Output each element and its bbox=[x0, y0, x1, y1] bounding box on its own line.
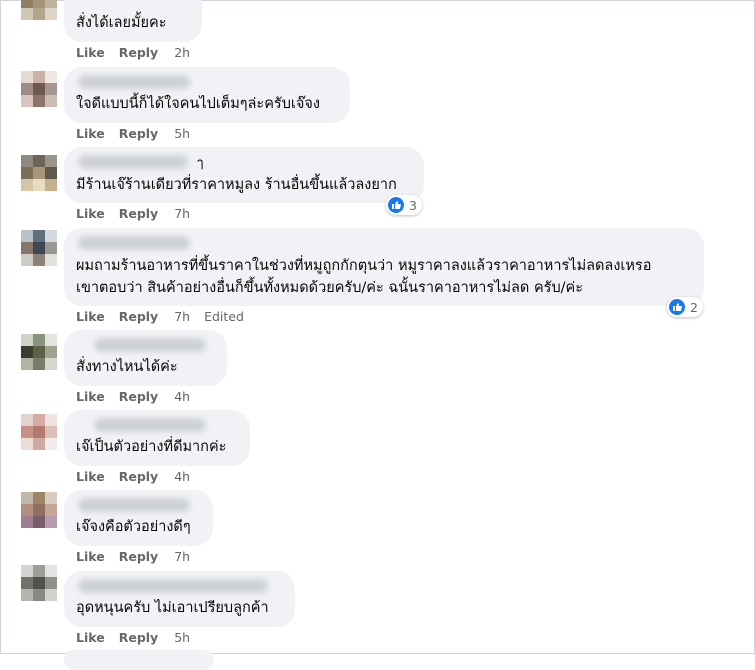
reply-button[interactable]: Reply bbox=[119, 549, 158, 564]
reply-button[interactable]: Reply bbox=[119, 45, 158, 60]
comment-actions: Like Reply 5h bbox=[76, 126, 190, 141]
author-name[interactable] bbox=[78, 155, 188, 169]
comment-bubble: เจ๊เป็นตัวอย่างที่ดีมากค่ะ bbox=[64, 410, 250, 466]
avatar[interactable] bbox=[21, 565, 57, 601]
timestamp[interactable]: 7h bbox=[174, 549, 190, 564]
reply-button[interactable]: Reply bbox=[119, 206, 158, 221]
reply-button[interactable]: Reply bbox=[119, 309, 158, 324]
like-button[interactable]: Like bbox=[76, 630, 105, 645]
comment-bubble: สั่งทางไหนได้ค่ะ bbox=[64, 330, 227, 386]
avatar[interactable] bbox=[21, 334, 57, 370]
avatar[interactable] bbox=[21, 414, 57, 450]
comment-bubble: ผมถามร้านอาหารที่ขึ้นราคาในช่วงที่หมูถูก… bbox=[64, 228, 704, 306]
avatar[interactable] bbox=[21, 0, 57, 20]
comment-text: สั่งทางไหนได้ค่ะ bbox=[76, 359, 178, 375]
reaction-number: 2 bbox=[690, 299, 698, 315]
comment-bubble: สั่งได้เลยมั้ยคะ bbox=[64, 0, 202, 42]
comment-actions: Like Reply 2h bbox=[76, 45, 190, 60]
like-button[interactable]: Like bbox=[76, 206, 105, 221]
reply-button[interactable]: Reply bbox=[119, 469, 158, 484]
author-name[interactable] bbox=[78, 579, 268, 593]
timestamp[interactable]: 7h bbox=[174, 206, 190, 221]
reply-button[interactable]: Reply bbox=[119, 630, 158, 645]
like-button[interactable]: Like bbox=[76, 126, 105, 141]
thumbs-up-icon bbox=[388, 197, 404, 213]
timestamp[interactable]: 4h bbox=[174, 469, 190, 484]
author-name[interactable] bbox=[78, 498, 190, 512]
comment-bubble: ๅ มีร้านเจ๊ร้านเดียวที่ราคาหมูลง ร้านอื่… bbox=[64, 147, 424, 203]
comment-text: เจ๊จงคือตัวอย่างดีๆ bbox=[76, 519, 191, 535]
reaction-count[interactable]: 3 bbox=[386, 195, 422, 215]
comment-actions: Like Reply 4h bbox=[76, 389, 190, 404]
author-name[interactable] bbox=[94, 418, 206, 432]
timestamp[interactable]: 5h bbox=[174, 126, 190, 141]
comment-actions: Like Reply 7h Edited bbox=[76, 309, 244, 324]
comment-actions: Like Reply 7h bbox=[76, 206, 190, 221]
author-name[interactable] bbox=[94, 338, 206, 352]
comment-bubble-partial bbox=[64, 650, 214, 670]
comment-text: ใจดีแบบนี้ก็ได้ใจคนไปเต็มๆล่ะครับเจ๊จง bbox=[76, 96, 320, 112]
avatar[interactable] bbox=[21, 155, 57, 191]
timestamp[interactable]: 7h bbox=[174, 309, 190, 324]
comment-actions: Like Reply 7h bbox=[76, 549, 190, 564]
timestamp[interactable]: 2h bbox=[174, 45, 190, 60]
like-button[interactable]: Like bbox=[76, 45, 105, 60]
reply-button[interactable]: Reply bbox=[119, 126, 158, 141]
comment-bubble: ใจดีแบบนี้ก็ได้ใจคนไปเต็มๆล่ะครับเจ๊จง bbox=[64, 67, 350, 123]
reaction-number: 3 bbox=[409, 197, 417, 213]
comment-actions: Like Reply 4h bbox=[76, 469, 190, 484]
author-name[interactable] bbox=[78, 236, 190, 250]
reply-button[interactable]: Reply bbox=[119, 389, 158, 404]
author-name[interactable] bbox=[78, 75, 190, 89]
like-button[interactable]: Like bbox=[76, 549, 105, 564]
comment-text-line: ผมถามร้านอาหารที่ขึ้นราคาในช่วงที่หมูถูก… bbox=[76, 258, 652, 274]
comment-text: อุดหนุนครับ ไม่เอาเปรียบลูกค้า bbox=[76, 600, 269, 616]
timestamp[interactable]: 5h bbox=[174, 630, 190, 645]
thumbs-up-icon bbox=[669, 299, 685, 315]
avatar[interactable] bbox=[21, 230, 57, 266]
comment-text-line: เขาตอบว่า สินค้าอย่างอื่นก็ขึ้นทั้งหมดด้… bbox=[76, 280, 584, 296]
author-name-trail: ๅ bbox=[197, 156, 204, 171]
timestamp[interactable]: 4h bbox=[174, 389, 190, 404]
like-button[interactable]: Like bbox=[76, 389, 105, 404]
comment-actions: Like Reply 5h bbox=[76, 630, 190, 645]
reaction-count[interactable]: 2 bbox=[667, 297, 703, 317]
comment-text: สั่งได้เลยมั้ยคะ bbox=[76, 15, 167, 31]
like-button[interactable]: Like bbox=[76, 469, 105, 484]
comment-bubble: เจ๊จงคือตัวอย่างดีๆ bbox=[64, 490, 213, 546]
edited-label[interactable]: Edited bbox=[204, 309, 244, 324]
comment-bubble: อุดหนุนครับ ไม่เอาเปรียบลูกค้า bbox=[64, 571, 295, 627]
comment-text: เจ๊เป็นตัวอย่างที่ดีมากค่ะ bbox=[76, 439, 227, 455]
comment-text: มีร้านเจ๊ร้านเดียวที่ราคาหมูลง ร้านอื่นข… bbox=[76, 177, 397, 193]
avatar[interactable] bbox=[21, 492, 57, 528]
avatar[interactable] bbox=[21, 71, 57, 107]
like-button[interactable]: Like bbox=[76, 309, 105, 324]
